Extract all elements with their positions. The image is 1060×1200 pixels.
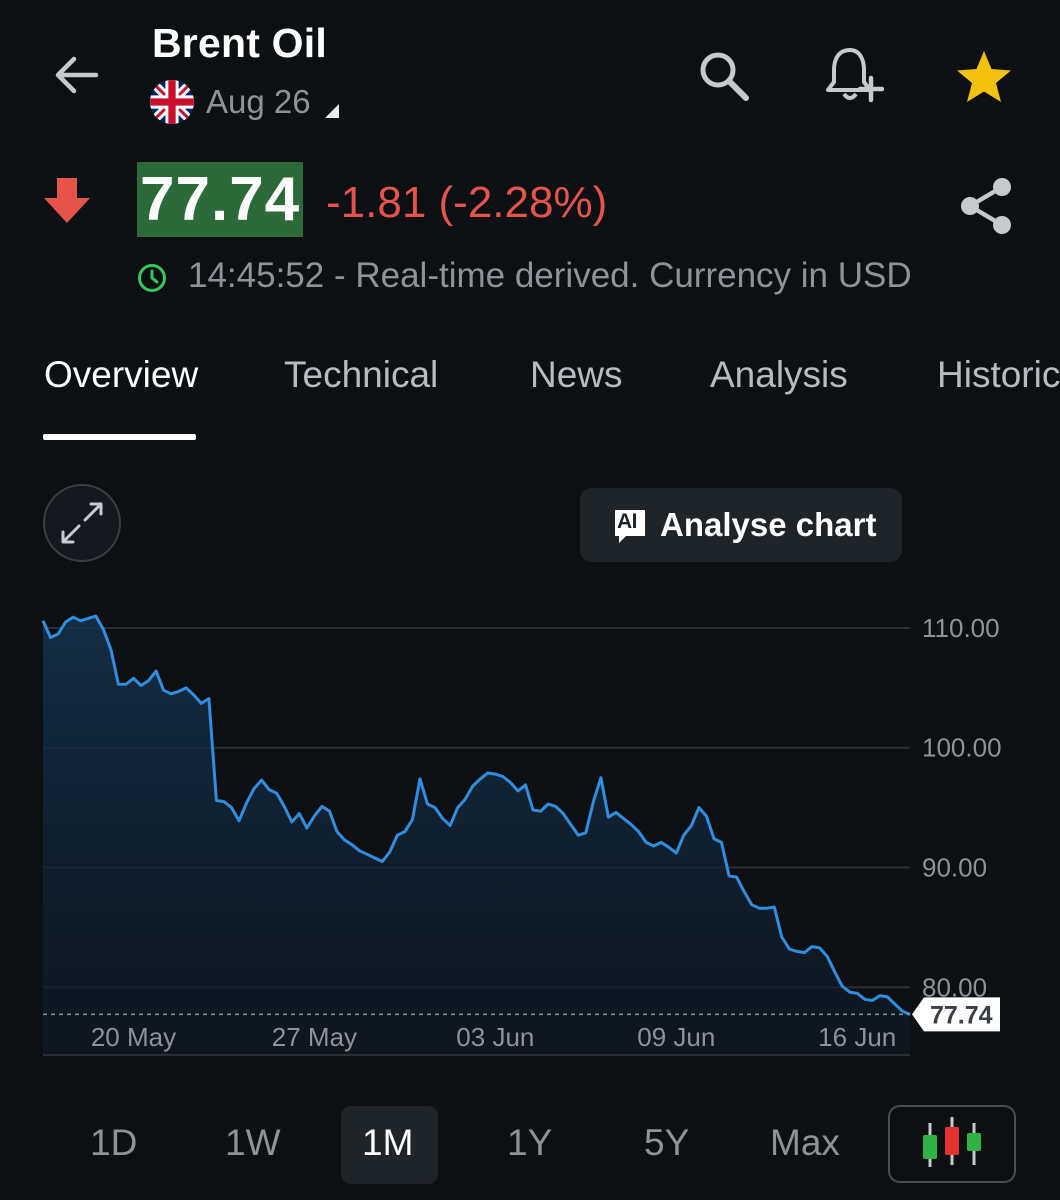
y-tick-label: 100.00 [922,733,1002,763]
share-icon[interactable] [958,176,1014,236]
price-down-arrow-icon [44,178,90,223]
candlestick-toggle-button[interactable] [888,1105,1016,1183]
range-1m[interactable]: 1M [362,1122,413,1164]
active-tab-indicator [43,434,196,440]
back-arrow-icon[interactable] [50,48,104,102]
range-1w[interactable]: 1W [225,1122,281,1164]
price-chart-svg: 110.00100.0090.0080.00 20 May 27 May 03 Ju… [41,613,1002,1056]
analyse-chart-button[interactable]: AI Analyse chart [580,488,902,562]
analyse-chart-label: Analyse chart [660,506,877,543]
dropdown-triangle-icon [324,104,339,118]
range-1d[interactable]: 1D [90,1122,137,1164]
x-tick-label: 09 Jun [637,1022,715,1052]
range-max[interactable]: Max [770,1122,840,1164]
search-icon[interactable] [696,48,752,104]
app-screen: Brent Oil Aug 26 77.74 -1.81 (-2.28%) 14… [0,0,1060,1200]
ai-badge-label: AI [617,510,638,533]
contract-selector[interactable]: Aug 26 [150,80,339,124]
uk-flag-icon [150,80,194,124]
y-tick-label: 110.00 [922,613,1000,643]
add-alert-bell-icon[interactable] [824,44,884,106]
expand-chart-button[interactable] [43,484,121,562]
x-tick-label: 03 Jun [456,1022,534,1052]
tab-overview[interactable]: Overview [44,354,198,396]
x-tick-label: 16 Jun [818,1022,896,1052]
last-price: 77.74 [137,162,304,237]
price-change: -1.81 (-2.28%) [326,178,608,227]
ai-chat-icon: AI [612,508,648,543]
tab-technical[interactable]: Technical [284,354,438,396]
price-area-fill [43,616,910,1055]
tab-historic[interactable]: Historic [937,354,1060,396]
range-5y[interactable]: 5Y [644,1122,689,1164]
candlestick-icon [923,1117,981,1167]
watchlist-star-icon[interactable] [954,48,1014,106]
price-chart[interactable]: 110.00 100.00 90.00 80.00 20 May 27 May 03 Ju… [0,600,1060,1070]
x-tick-label: 27 May [272,1022,357,1052]
tab-analysis[interactable]: Analysis [710,354,848,396]
range-1y[interactable]: 1Y [507,1122,552,1164]
tab-news[interactable]: News [530,354,623,396]
clock-icon [138,264,166,292]
contract-date: Aug 26 [206,83,311,120]
section-tabs: Overview Technical News Analysis Histori… [0,348,1060,408]
last-price-tag: 77.74 [912,997,1000,1032]
quote-timestamp: 14:45:52 - Real-time derived. Currency i… [188,256,912,295]
last-price-tag-text: 77.74 [930,1001,993,1029]
expand-arrows-icon [61,502,103,544]
y-tick-label: 90.00 [922,853,987,883]
instrument-title: Brent Oil [152,20,327,66]
x-tick-label: 20 May [91,1022,176,1052]
